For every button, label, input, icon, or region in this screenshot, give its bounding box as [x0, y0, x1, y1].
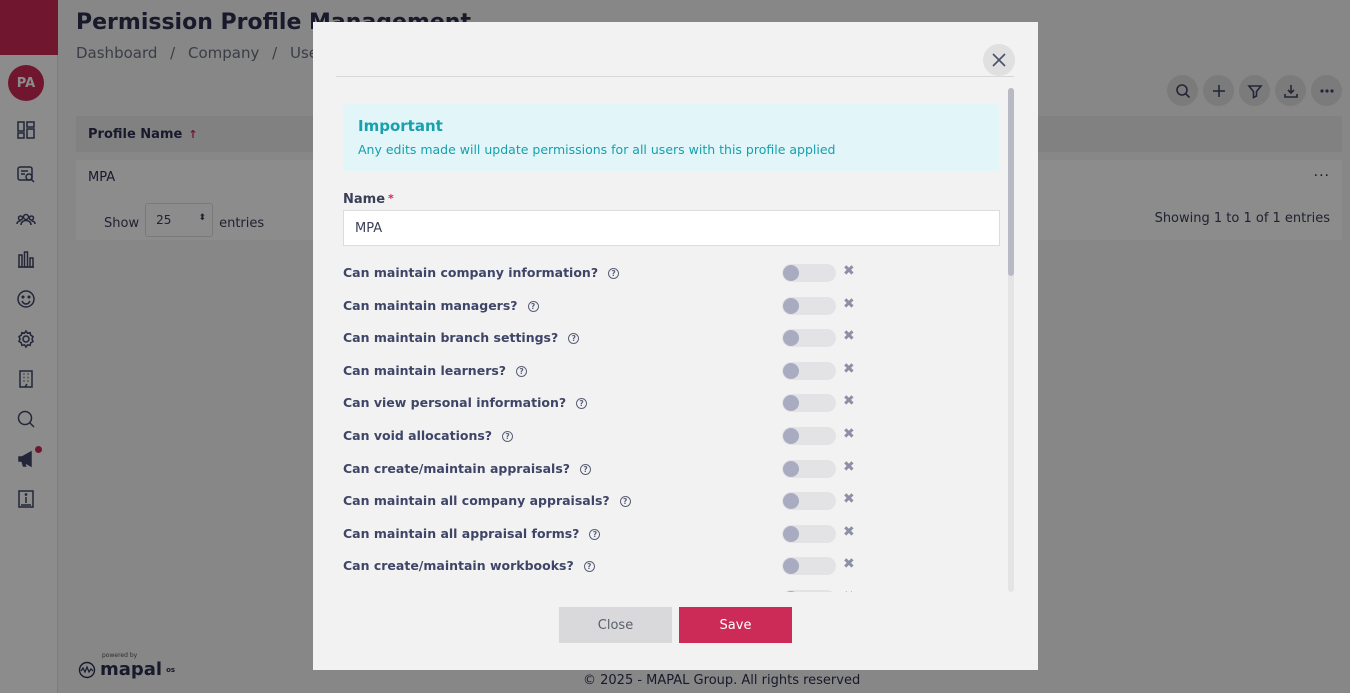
permission-label-text: Can maintain company information?: [343, 265, 599, 280]
permission-toggle[interactable]: [782, 296, 836, 315]
scrollbar-thumb[interactable]: [1008, 88, 1014, 276]
toggle-knob: [783, 395, 799, 412]
permission-row: Can create/maintain workbooks?? ✖: [343, 555, 993, 577]
permission-label: Can maintain branch settings??: [343, 330, 580, 346]
notice-title: Important: [358, 117, 443, 135]
toggle-knob: [783, 591, 799, 592]
permission-label-text: Can maintain learners?: [343, 362, 507, 378]
help-icon[interactable]: ?: [527, 300, 539, 312]
name-input[interactable]: [343, 210, 1000, 246]
permission-label: Can maintain all company appraisals??: [343, 493, 631, 508]
disabled-x-icon: ✖: [843, 556, 855, 573]
permission-toggle[interactable]: [782, 492, 836, 511]
permission-label-text: Can maintain all company workbooks?: [343, 591, 613, 592]
permission-label-text: Can create/maintain appraisals?: [343, 460, 571, 476]
help-icon[interactable]: ?: [619, 496, 631, 508]
important-notice: Important Any edits made will update per…: [343, 104, 999, 171]
permission-row: Can maintain learners?? ✖: [343, 360, 993, 382]
help-icon[interactable]: ?: [576, 398, 588, 410]
name-label-text: Name: [343, 192, 386, 207]
permission-row: Can maintain all company workbooks?? ✖: [343, 588, 993, 592]
permission-toggle[interactable]: [782, 557, 836, 576]
permission-label: Can maintain company information??: [343, 265, 620, 280]
permission-label-text: Can maintain branch settings?: [343, 330, 559, 346]
toggle-knob: [783, 525, 799, 542]
permission-row: Can maintain managers?? ✖: [343, 295, 993, 317]
permission-label: Can view personal information??: [343, 395, 588, 411]
disabled-x-icon: ✖: [843, 360, 855, 377]
permission-label: Can create/maintain workbooks??: [343, 558, 595, 573]
disabled-x-icon: ✖: [843, 295, 855, 312]
disabled-x-icon: ✖: [843, 491, 855, 508]
modal-scrollbar[interactable]: [1008, 88, 1014, 592]
permission-toggle[interactable]: [782, 394, 836, 413]
permission-label-text: Can maintain all company appraisals?: [343, 493, 610, 509]
help-icon[interactable]: ?: [516, 365, 528, 377]
permission-row: Can maintain all company appraisals?? ✖: [343, 490, 993, 512]
permission-row: Can maintain company information?? ✖: [343, 262, 993, 284]
permission-label: Can create/maintain appraisals??: [343, 460, 592, 476]
disabled-x-icon: ✖: [843, 426, 855, 442]
permission-toggle[interactable]: [782, 427, 836, 445]
permission-row: Can maintain all appraisal forms?? ✖: [343, 523, 993, 545]
permission-toggle[interactable]: [782, 524, 836, 543]
permission-label-text: Can void allocations?: [343, 428, 493, 443]
disabled-x-icon: ✖: [843, 393, 855, 410]
close-icon[interactable]: [983, 44, 1015, 76]
help-icon[interactable]: ?: [502, 431, 514, 442]
permission-toggle[interactable]: [782, 361, 836, 380]
help-icon[interactable]: ?: [583, 561, 595, 573]
toggle-knob: [783, 558, 799, 575]
toggle-knob: [783, 362, 799, 379]
permission-label-text: Can view personal information?: [343, 395, 567, 411]
save-button[interactable]: Save: [679, 607, 792, 643]
toggle-knob: [783, 460, 799, 477]
permission-toggle[interactable]: [782, 329, 836, 348]
permission-label: Can maintain managers??: [343, 298, 539, 313]
help-icon[interactable]: ?: [580, 463, 592, 475]
modal-body: Important Any edits made will update per…: [336, 88, 1014, 592]
permission-toggle[interactable]: [782, 459, 836, 478]
permission-row: Can maintain branch settings?? ✖: [343, 327, 993, 349]
required-mark: *: [388, 192, 394, 205]
disabled-x-icon: ✖: [843, 263, 855, 279]
disabled-x-icon: ✖: [843, 589, 855, 592]
disabled-x-icon: ✖: [843, 328, 855, 345]
permission-label-text: Can create/maintain workbooks?: [343, 558, 574, 574]
permission-label-text: Can maintain managers?: [343, 297, 518, 313]
toggle-knob: [783, 297, 799, 314]
name-label: Name *: [343, 192, 394, 207]
modal-divider: [336, 76, 1014, 77]
toggle-knob: [783, 265, 799, 281]
permission-label-text: Can maintain all appraisal forms?: [343, 525, 580, 541]
permission-toggle[interactable]: [782, 590, 836, 592]
disabled-x-icon: ✖: [843, 458, 855, 475]
help-icon[interactable]: ?: [589, 528, 601, 540]
help-icon[interactable]: ?: [608, 268, 620, 279]
permission-row: Can view personal information?? ✖: [343, 392, 993, 414]
toggle-knob: [783, 493, 799, 510]
toggle-knob: [783, 330, 799, 347]
permission-toggle[interactable]: [782, 264, 836, 282]
toggle-knob: [783, 428, 799, 444]
close-button[interactable]: Close: [559, 607, 672, 643]
edit-profile-modal: Important Any edits made will update per…: [313, 22, 1038, 670]
permission-row: Can void allocations?? ✖: [343, 425, 993, 447]
permission-label: Can maintain all appraisal forms??: [343, 525, 601, 541]
modal-footer: Close Save: [313, 602, 1038, 647]
disabled-x-icon: ✖: [843, 523, 855, 540]
notice-text: Any edits made will update permissions f…: [358, 142, 836, 157]
permission-label: Can maintain learners??: [343, 362, 528, 378]
permission-label: Can void allocations??: [343, 428, 514, 443]
permission-row: Can create/maintain appraisals?? ✖: [343, 458, 993, 480]
help-icon[interactable]: ?: [568, 333, 580, 345]
permission-label: Can maintain all company workbooks??: [343, 591, 634, 592]
